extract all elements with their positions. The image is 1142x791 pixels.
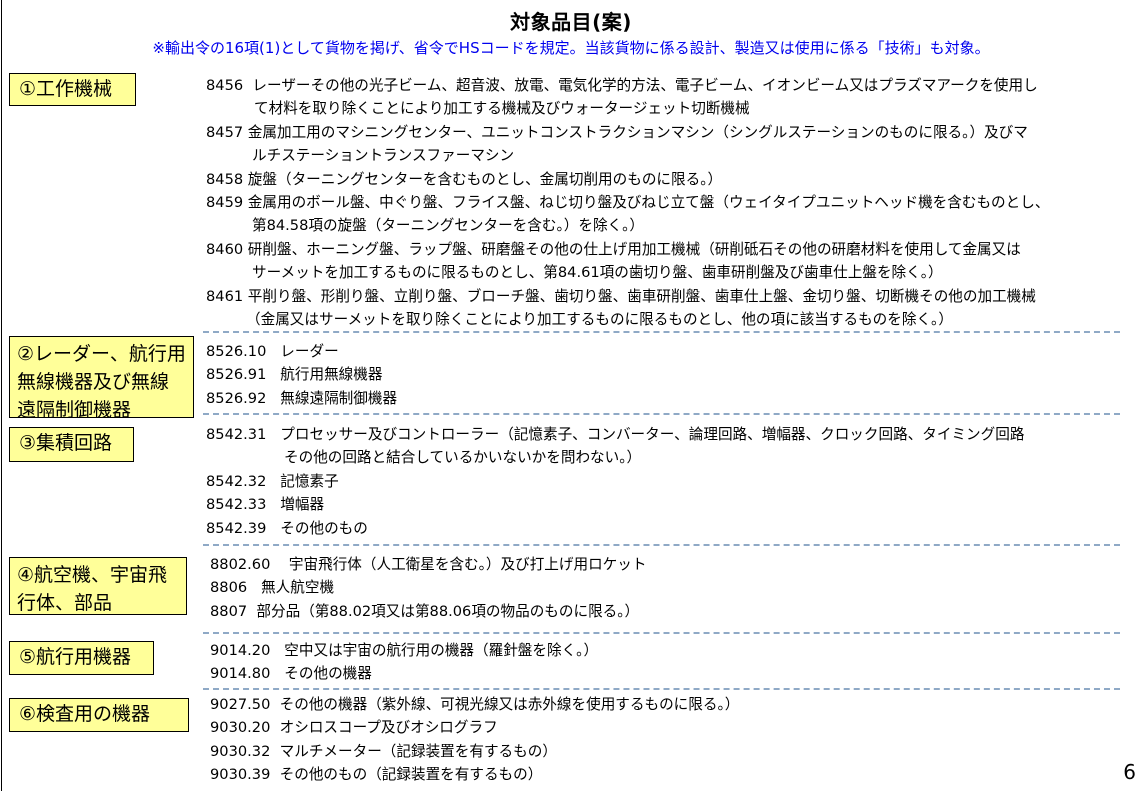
list-item: 8461 平削り盤、形削り盤、立削り盤、ブローチ盤、歯切り盤、歯車研削盤、歯車仕… <box>206 285 1049 332</box>
item-desc: 航行用無線機器 <box>280 366 382 383</box>
list-item: 8807 部分品（第88.02項又は第88.06項の物品のものに限る。） <box>210 600 646 623</box>
hs-code: 8542.31 <box>206 426 266 443</box>
hs-code: 8459 <box>206 194 243 211</box>
list-item: 8542.33 増幅器 <box>206 493 1024 516</box>
item-desc: その他のもの <box>280 520 368 537</box>
hs-code: 8542.33 <box>206 496 266 513</box>
hs-code: 8461 <box>206 288 243 305</box>
item-desc: 空中又は宇宙の航行用の機器（羅針盤を除く。） <box>284 642 598 659</box>
item-desc-cont: ルチステーショントランスファーマシン <box>206 144 1049 167</box>
item-desc-cont: サーメットを加工するものに限るものとし、第84.61項の歯切り盤、歯車研削盤及び… <box>206 261 1049 284</box>
item-desc: その他のもの（記録装置を有するもの） <box>280 766 543 783</box>
category-items-machine-tools: 8456 レーザーその他の光子ビーム、超音波、放電、電気化学的方法、電子ビーム、… <box>206 74 1049 331</box>
list-item: 9030.20 オシロスコープ及びオシログラフ <box>210 716 739 739</box>
hs-code: 8807 <box>210 603 247 620</box>
page-subtitle: ※輸出令の16項(1)として貨物を掲げ、省令でHSコードを規定。当該貨物に係る設… <box>0 37 1142 58</box>
list-item: 8457 金属加工用のマシニングセンター、ユニットコンストラクションマシン（シン… <box>206 121 1049 168</box>
hs-code: 8806 <box>210 579 247 596</box>
category-items-radar: 8526.10 レーダー 8526.91 航行用無線機器 8526.92 無線遠… <box>206 340 397 410</box>
list-item: 8542.32 記憶素子 <box>206 470 1024 493</box>
category-label-integrated-circuits: ③集積回路 <box>9 427 134 462</box>
hs-code: 8460 <box>206 241 243 258</box>
hs-code: 9030.32 <box>210 743 270 760</box>
list-item: 9030.32 マルチメーター（記録装置を有するもの） <box>210 740 739 763</box>
list-item: 9027.50 その他の機器（紫外線、可視光線又は赤外線を使用するものに限る。） <box>210 693 739 716</box>
page-border <box>1 0 2 791</box>
category-items-integrated-circuits: 8542.31 プロセッサー及びコントローラー（記憶素子、コンバーター、論理回路… <box>206 423 1024 540</box>
separator <box>203 544 1120 546</box>
hs-code: 9030.20 <box>210 719 270 736</box>
category-label-navigation: ⑤航行用機器 <box>9 641 154 675</box>
item-desc: 研削盤、ホーニング盤、ラップ盤、研磨盤その他の仕上げ用加工機械（研削砥石その他の… <box>248 241 1021 258</box>
item-desc: レーザーその他の光子ビーム、超音波、放電、電気化学的方法、電子ビーム、イオンビー… <box>252 77 1037 94</box>
hs-code: 8526.10 <box>206 343 266 360</box>
separator <box>203 632 1120 634</box>
list-item: 8526.91 航行用無線機器 <box>206 363 397 386</box>
list-item: 8460 研削盤、ホーニング盤、ラップ盤、研磨盤その他の仕上げ用加工機械（研削砥… <box>206 238 1049 285</box>
list-item: 8526.10 レーダー <box>206 340 397 363</box>
page-number: 6 <box>1123 760 1136 784</box>
item-desc: レーダー <box>280 343 338 360</box>
list-item: 8526.92 無線遠隔制御機器 <box>206 387 397 410</box>
separator <box>203 413 1120 415</box>
item-desc: 金属用のボール盤、中ぐり盤、フライス盤、ねじ切り盤及びねじ立て盤（ウェイタイプユ… <box>248 194 1050 211</box>
list-item: 8542.31 プロセッサー及びコントローラー（記憶素子、コンバーター、論理回路… <box>206 423 1024 470</box>
category-items-navigation: 9014.20 空中又は宇宙の航行用の機器（羅針盤を除く。） 9014.80 そ… <box>210 639 598 686</box>
item-desc: オシロスコープ及びオシログラフ <box>280 719 498 736</box>
category-label-aircraft: ④航空機、宇宙飛 行体、部品 <box>9 557 187 615</box>
item-desc: 部分品（第88.02項又は第88.06項の物品のものに限る。） <box>256 603 639 620</box>
hs-code: 8526.91 <box>206 366 266 383</box>
hs-code: 8457 <box>206 124 243 141</box>
hs-code: 9027.50 <box>210 696 270 713</box>
category-items-aircraft: 8802.60 宇宙飛行体（人工衛星を含む。）及び打上げ用ロケット 8806 無… <box>210 553 646 623</box>
page-title: 対象品目(案) <box>0 6 1142 35</box>
list-item: 8806 無人航空機 <box>210 576 646 599</box>
item-desc-cont: 第84.58項の旋盤（ターニングセンターを含む。）を除く。） <box>206 214 1049 237</box>
hs-code: 8542.32 <box>206 473 266 490</box>
list-item: 8459 金属用のボール盤、中ぐり盤、フライス盤、ねじ切り盤及びねじ立て盤（ウェ… <box>206 191 1049 238</box>
item-desc: プロセッサー及びコントローラー（記憶素子、コンバーター、論理回路、増幅器、クロッ… <box>280 426 1024 443</box>
item-desc-cont: て材料を取り除くことにより加工する機械及びウォータージェット切断機械 <box>206 97 1049 120</box>
item-desc: 平削り盤、形削り盤、立削り盤、ブローチ盤、歯切り盤、歯車研削盤、歯車仕上盤、金切… <box>248 288 1036 305</box>
hs-code: 8456 <box>206 77 243 94</box>
item-desc: その他の機器 <box>284 665 372 682</box>
list-item: 8458 旋盤（ターニングセンターを含むものとし、金属切削用のものに限る。） <box>206 168 1049 191</box>
hs-code: 8802.60 <box>210 556 270 573</box>
item-desc-cont: その他の回路と結合しているかいないかを問わない。） <box>206 446 1024 469</box>
item-desc: 金属加工用のマシニングセンター、ユニットコンストラクションマシン（シングルステー… <box>248 124 1028 141</box>
category-label-radar: ②レーダー、航行用 無線機器及び無線 遠隔制御機器 <box>9 336 194 418</box>
category-items-inspection: 9027.50 その他の機器（紫外線、可視光線又は赤外線を使用するものに限る。）… <box>210 693 739 787</box>
hs-code: 8542.39 <box>206 520 266 537</box>
list-item: 8542.39 その他のもの <box>206 517 1024 540</box>
hs-code: 9014.80 <box>210 665 270 682</box>
list-item: 8456 レーザーその他の光子ビーム、超音波、放電、電気化学的方法、電子ビーム、… <box>206 74 1049 121</box>
list-item: 9014.20 空中又は宇宙の航行用の機器（羅針盤を除く。） <box>210 639 598 662</box>
list-item: 9014.80 その他の機器 <box>210 662 598 685</box>
hs-code: 8458 <box>206 171 243 188</box>
item-desc: その他の機器（紫外線、可視光線又は赤外線を使用するものに限る。） <box>280 696 740 713</box>
hs-code: 9030.39 <box>210 766 270 783</box>
item-desc: 無人航空機 <box>261 579 334 596</box>
item-desc: 増幅器 <box>280 496 324 513</box>
separator <box>203 331 1120 333</box>
item-desc: マルチメーター（記録装置を有するもの） <box>280 743 557 760</box>
item-desc: 宇宙飛行体（人工衛星を含む。）及び打上げ用ロケット <box>289 556 647 573</box>
item-desc: 記憶素子 <box>280 473 338 490</box>
item-desc: 旋盤（ターニングセンターを含むものとし、金属切削用のものに限る。） <box>248 171 722 188</box>
hs-code: 9014.20 <box>210 642 270 659</box>
list-item: 9030.39 その他のもの（記録装置を有するもの） <box>210 763 739 786</box>
category-label-inspection: ⑥検査用の機器 <box>9 698 189 732</box>
item-desc-cont: （金属又はサーメットを取り除くことにより加工するものに限るものとし、他の項に該当… <box>206 308 1049 331</box>
hs-code: 8526.92 <box>206 390 266 407</box>
separator <box>203 688 1120 690</box>
list-item: 8802.60 宇宙飛行体（人工衛星を含む。）及び打上げ用ロケット <box>210 553 646 576</box>
category-label-machine-tools: ①工作機械 <box>9 73 136 106</box>
item-desc: 無線遠隔制御機器 <box>280 390 397 407</box>
